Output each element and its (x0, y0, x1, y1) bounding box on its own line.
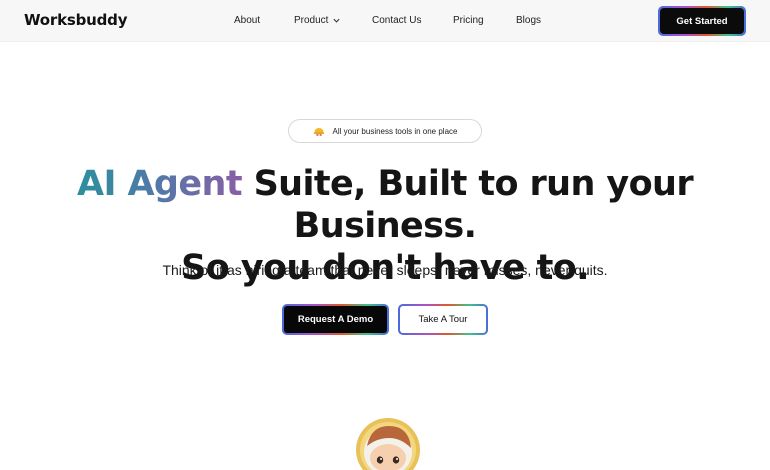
nav-product-label: Product (294, 15, 329, 26)
nav-contact-us[interactable]: Contact Us (372, 15, 421, 26)
nav-blogs[interactable]: Blogs (516, 15, 541, 26)
request-demo-button-border: Request A Demo (282, 304, 389, 335)
nav-pricing[interactable]: Pricing (453, 15, 484, 26)
get-started-button-border: Get Started (658, 6, 746, 36)
top-navbar: Worksbuddy About Product Contact Us Pric… (0, 0, 770, 42)
hardhat-emoji-icon (313, 128, 324, 137)
brand-logo[interactable]: Worksbuddy (24, 11, 127, 29)
take-tour-button-border: Take A Tour (398, 304, 488, 335)
get-started-button[interactable]: Get Started (660, 8, 744, 34)
request-demo-button[interactable]: Request A Demo (284, 306, 387, 333)
headline-accent: AI Agent (76, 164, 243, 204)
astronaut-mascot-icon (356, 418, 420, 470)
chevron-down-icon (333, 18, 341, 23)
tagline-badge: All your business tools in one place (288, 119, 482, 143)
nav-about[interactable]: About (234, 15, 260, 26)
hero-subheadline: Think of it as hiring a team that never … (162, 262, 608, 278)
take-tour-button[interactable]: Take A Tour (400, 306, 486, 333)
badge-text: All your business tools in one place (332, 126, 458, 136)
nav-product[interactable]: Product (294, 15, 341, 26)
headline-rest: Suite, Built to run your Business. (241, 164, 694, 246)
